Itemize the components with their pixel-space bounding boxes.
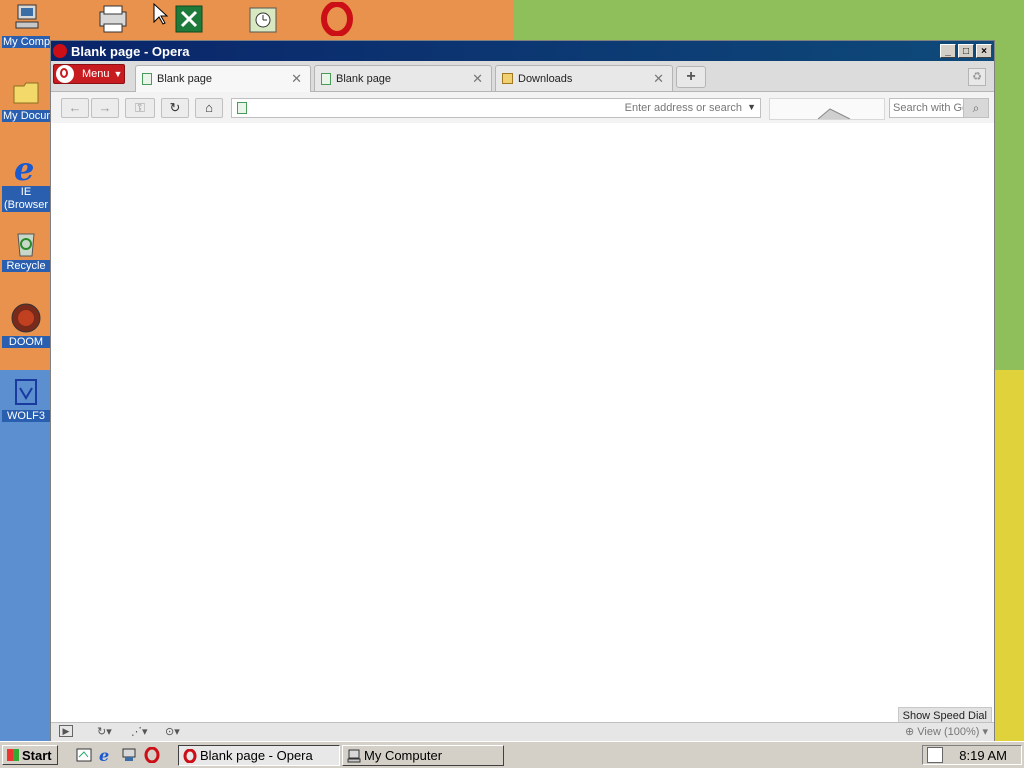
desktop-icon-wolf3d[interactable]: WOLF3: [2, 376, 50, 422]
wand-key-button[interactable]: ⚿: [125, 98, 155, 118]
task-label: Blank page - Opera: [200, 748, 313, 763]
address-placeholder: Enter address or search: [624, 102, 742, 114]
navigation-bar: ← → ⚿ ↻ ⌂ Enter address or search ▼ Sear…: [51, 92, 994, 125]
maximize-button[interactable]: □: [958, 44, 974, 58]
home-button[interactable]: ⌂: [195, 98, 223, 118]
desktop-icon-doom[interactable]: DOOM: [2, 302, 50, 348]
taskbar-item-my-computer[interactable]: My Computer: [342, 745, 504, 766]
my-computer-icon: [347, 749, 361, 762]
opera-menu-button[interactable]: Menu ▼: [53, 64, 125, 84]
minimize-button[interactable]: _: [940, 44, 956, 58]
desktop-icon-label: IE (Browser: [2, 186, 50, 212]
back-button[interactable]: ←: [61, 98, 89, 118]
tab-bar: Menu ▼ Blank page ✕ Blank page ✕ Downloa…: [51, 61, 994, 92]
my-computer-icon: [10, 2, 42, 34]
status-bar: ▶ ↻▾ ⋰▾ ⊙▾ ⊕ View (100%) ▾: [51, 722, 994, 741]
wolf3d-icon: [10, 376, 42, 408]
desktop-icon-label: DOOM: [2, 336, 50, 348]
settings-icon[interactable]: ⊙▾: [165, 725, 180, 738]
my-documents-icon: [10, 76, 42, 108]
page-icon: [237, 102, 247, 114]
system-tray: 8:19 AM: [922, 745, 1022, 765]
desktop-icon-label: My Comp: [2, 36, 50, 48]
sync-icon[interactable]: ↻▾: [97, 725, 112, 738]
page-icon: [321, 72, 331, 85]
desktop-icon-ie[interactable]: e IE (Browser: [2, 150, 50, 212]
downloads-icon: [502, 73, 513, 84]
tab-label: Blank page: [157, 73, 213, 85]
doom-icon: [10, 302, 42, 334]
page-content[interactable]: Show Speed Dial: [51, 123, 994, 725]
task-label: My Computer: [364, 748, 443, 763]
window-title: Blank page - Opera: [71, 43, 190, 59]
tab-close-icon[interactable]: ✕: [472, 71, 483, 87]
tab-close-icon[interactable]: ✕: [653, 71, 664, 87]
chevron-down-icon: ▼: [113, 69, 123, 79]
search-placeholder: Search with Go: [893, 102, 965, 114]
tray-app-icon[interactable]: [927, 747, 943, 763]
start-label: Start: [22, 747, 52, 763]
menu-label: Menu: [82, 68, 110, 80]
desktop-icon-my-computer[interactable]: My Comp: [2, 2, 50, 48]
windows-logo-icon: [7, 749, 19, 761]
desktop-icon-recycle-bin[interactable]: Recycle: [2, 226, 50, 272]
desktop-icon-my-documents[interactable]: My Docun: [2, 76, 50, 122]
desktop-icon-label: Recycle: [2, 260, 50, 272]
opera-icon: [183, 748, 197, 763]
desktop-icon-label: WOLF3: [2, 410, 50, 422]
svg-text:e: e: [99, 747, 109, 763]
start-button[interactable]: Start: [2, 745, 58, 765]
recycle-bin-icon: [10, 226, 42, 258]
zoom-label: View (100%): [917, 726, 980, 738]
internet-explorer-icon[interactable]: e: [98, 746, 114, 765]
closed-tabs-trash-icon[interactable]: ♻: [968, 68, 986, 86]
search-icon[interactable]: ⌕: [963, 99, 988, 117]
svg-text:e: e: [14, 152, 34, 184]
tab-blank-page-1[interactable]: Blank page ✕: [135, 65, 311, 92]
opera-window: Blank page - Opera _ □ × Menu ▼ Blank pa…: [50, 40, 995, 742]
panel-toggle-icon[interactable]: ▶: [59, 725, 73, 737]
title-bar[interactable]: Blank page - Opera _ □ ×: [51, 41, 994, 61]
tab-downloads[interactable]: Downloads ✕: [495, 65, 673, 91]
opera-logo-icon: [56, 65, 74, 83]
chevron-down-icon[interactable]: ▼: [747, 102, 756, 112]
internet-explorer-icon: e: [10, 150, 42, 188]
zoom-icon: ⊕: [904, 726, 918, 738]
search-field[interactable]: Search with Go ⌕: [889, 98, 989, 118]
tab-blank-page-2[interactable]: Blank page ✕: [314, 65, 492, 91]
opera-icon[interactable]: [144, 746, 160, 764]
page-icon: [142, 73, 152, 85]
zoom-control[interactable]: ⊕ View (100%) ▾: [905, 725, 988, 738]
new-tab-button[interactable]: +: [676, 66, 706, 88]
share-icon[interactable]: ⋰▾: [131, 725, 148, 738]
tab-close-icon[interactable]: ✕: [291, 71, 302, 87]
close-button[interactable]: ×: [976, 44, 992, 58]
show-desktop-icon[interactable]: [76, 747, 92, 763]
clock[interactable]: 8:19 AM: [959, 748, 1007, 763]
clock-app-icon[interactable]: [246, 2, 280, 36]
cursor-icon: [150, 2, 170, 36]
reload-button[interactable]: ↻: [161, 98, 189, 118]
tab-label: Downloads: [518, 72, 573, 85]
toolbar-spacer: [769, 98, 885, 120]
taskbar: Start e Blank page - Opera My Computer 8…: [0, 741, 1024, 768]
tab-label: Blank page: [336, 72, 392, 85]
taskbar-item-opera[interactable]: Blank page - Opera: [178, 745, 340, 766]
address-bar[interactable]: Enter address or search ▼: [231, 98, 761, 118]
excel-icon[interactable]: [172, 2, 206, 36]
opera-logo-icon: [53, 44, 67, 58]
forward-button[interactable]: →: [91, 98, 119, 118]
network-printer-icon[interactable]: [96, 2, 130, 36]
desktop-icon-label: My Docun: [2, 110, 50, 122]
opera-icon[interactable]: [320, 1, 354, 37]
network-icon[interactable]: [121, 747, 137, 763]
